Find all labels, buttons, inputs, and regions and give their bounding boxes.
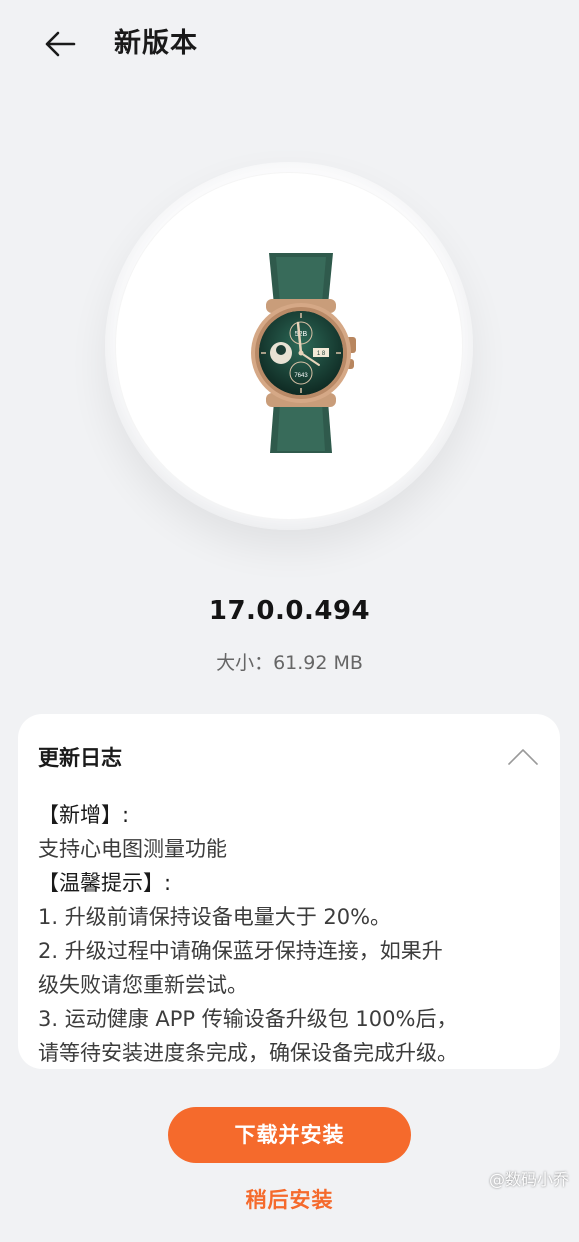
smartwatch-image: 52B 7643 1 8: [251, 253, 356, 453]
page-title: 新版本: [114, 28, 198, 59]
changelog-line: 【新增】:: [38, 803, 130, 827]
changelog-line: 【温馨提示】:: [38, 871, 172, 895]
svg-text:1 8: 1 8: [317, 351, 326, 357]
device-hero: 52B 7643 1 8: [105, 162, 473, 530]
changelog-body: 【新增】: 支持心电图测量功能 【温馨提示】: 1. 升级前请保持设备电量大于 …: [38, 798, 548, 1069]
watermark: @数码小乔: [489, 1166, 569, 1190]
changelog-line: 支持心电图测量功能: [38, 837, 227, 861]
app-header: 新版本: [0, 0, 579, 90]
changelog-title: 更新日志: [38, 746, 122, 770]
collapse-button[interactable]: [506, 744, 540, 768]
changelog-line: 2. 升级过程中请确保蓝牙保持连接，如果升: [38, 939, 443, 963]
svg-text:52B: 52B: [295, 331, 308, 338]
changelog-line: 请等待安装进度条完成，确保设备完成升级。: [38, 1041, 458, 1065]
svg-text:7643: 7643: [294, 373, 308, 379]
changelog-line: 1. 升级前请保持设备电量大于 20%。: [38, 905, 392, 929]
download-install-button[interactable]: 下载并安装: [168, 1107, 411, 1163]
watermark-text: @数码小乔: [488, 1170, 569, 1189]
changelog-card: 更新日志 【新增】: 支持心电图测量功能 【温馨提示】: 1. 升级前请保持设备…: [18, 714, 560, 1069]
changelog-line: 级失败请您重新尝试。: [38, 973, 248, 997]
install-later-button[interactable]: 稍后安装: [168, 1186, 411, 1242]
version-number: 17.0.0.494: [208, 596, 371, 626]
changelog-line: 3. 运动健康 APP 传输设备升级包 100%后，: [38, 1007, 458, 1031]
chevron-up-icon: [508, 749, 538, 765]
back-button[interactable]: [36, 24, 84, 64]
arrow-left-icon: [45, 31, 76, 57]
package-size: 大小：61.92 MB: [216, 652, 363, 674]
